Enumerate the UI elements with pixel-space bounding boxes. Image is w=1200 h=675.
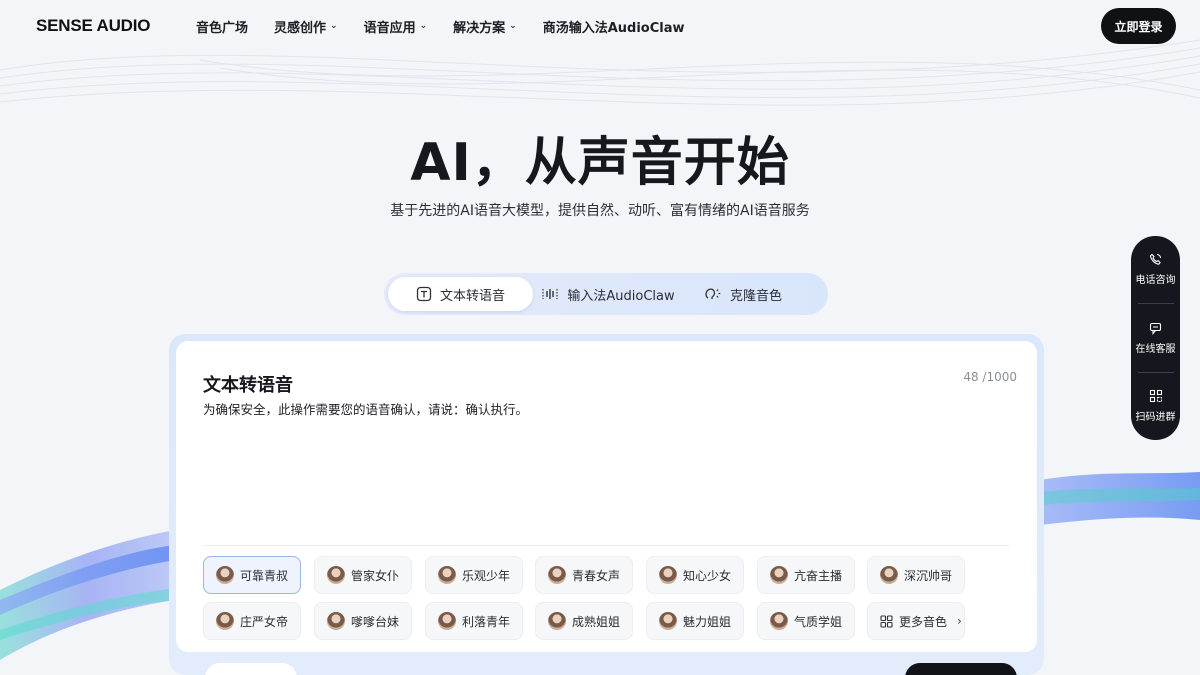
qr-scan-icon [1149,390,1162,403]
tab-label: 输入法AudioClaw [567,288,675,304]
voice-chip[interactable]: 成熟姐姐 [535,602,633,640]
nav-item-label: 音色广场 [196,20,249,36]
side-item-label: 电话咨询 [1135,275,1176,287]
nav-item-label: 商汤输入法AudioClaw [542,20,685,36]
side-contact-panel: 电话咨询 在线客服 扫码进群 [1131,236,1180,440]
chevron-down-icon: ⌄ [419,21,428,31]
generate-button[interactable] [905,663,1017,675]
voice-chip[interactable]: 庄严女帝 [203,602,301,640]
nav-item-audioclaw[interactable]: 商汤输入法AudioClaw [543,17,685,36]
voice-label: 乐观少年 [462,568,511,583]
char-count: 48 /1000 [963,370,1017,384]
tab-voice-clone[interactable]: 克隆音色 [683,277,803,311]
side-item-join-group[interactable]: 扫码进群 [1131,373,1180,440]
avatar [659,612,677,630]
side-item-label: 扫码进群 [1135,412,1176,424]
voice-chip[interactable]: 亢奋主播 [757,556,855,594]
nav-item-label: 灵感创作 [274,20,327,36]
voice-label: 可靠青叔 [240,568,289,583]
phone-icon [1149,253,1161,265]
nav-item-label: 解决方案 [453,20,506,36]
avatar [438,612,456,630]
main-menu: 音色广场 灵感创作 ⌄ 语音应用 ⌄ 解决方案 ⌄ 商汤输入法AudioClaw [196,0,711,52]
brand-logo[interactable]: SENSE AUDIO [36,16,151,36]
side-item-online-service[interactable]: 在线客服 [1131,304,1180,371]
voice-label: 嗲嗲台妹 [351,614,400,629]
voice-chip[interactable]: 利落青年 [425,602,523,640]
nav-item-voice-apps[interactable]: 语音应用 ⌄ [364,17,428,36]
nav-item-solutions[interactable]: 解决方案 ⌄ [453,17,517,36]
voice-clone-icon [705,288,721,299]
voice-chip[interactable]: 知心少女 [646,556,744,594]
more-voices-label: 更多音色 [899,614,948,629]
voice-label: 成熟姐姐 [572,614,621,629]
voice-chip[interactable]: 深沉帅哥 [867,556,965,594]
tab-text-to-speech[interactable]: 文本转语音 [388,277,533,311]
voice-chip[interactable]: 管家女仆 [314,556,412,594]
avatar [548,566,566,584]
feature-tabs: 文本转语音 输入法AudioClaw 克隆音色 [384,273,828,315]
nav-item-label: 语音应用 [363,20,416,36]
voice-chip[interactable]: 可靠青叔 [203,556,301,594]
avatar [327,612,345,630]
page-title: AI，从声音开始 [410,133,790,193]
voice-chip[interactable]: 乐观少年 [425,556,523,594]
chat-icon [1149,322,1162,335]
avatar [880,566,898,584]
chevron-down-icon: ⌄ [509,21,517,31]
voice-chip[interactable]: 魅力姐姐 [646,602,744,640]
voice-label: 利落青年 [462,614,511,629]
tab-audioclaw[interactable]: 输入法AudioClaw [533,277,683,311]
text-to-speech-icon [416,286,432,302]
voice-label: 亢奋主播 [794,568,843,583]
avatar [327,566,345,584]
voice-label: 庄严女帝 [240,614,289,629]
voice-chip[interactable]: 气质学姐 [757,602,855,640]
avatar [216,566,234,584]
tab-label: 克隆音色 [729,288,782,304]
voice-label: 青春女声 [572,568,621,583]
voice-wave-icon [542,289,558,299]
avatar [548,612,566,630]
avatar [659,566,677,584]
voice-label: 管家女仆 [351,568,400,583]
top-nav: SENSE AUDIO 音色广场 灵感创作 ⌄ 语音应用 ⌄ 解决方案 ⌄ 商汤… [0,0,1200,52]
voice-chip[interactable]: 嗲嗲台妹 [314,602,412,640]
side-item-phone[interactable]: 电话咨询 [1131,236,1180,303]
nav-item-voice-square[interactable]: 音色广场 [196,17,248,36]
text-input[interactable]: 为确保安全，此操作需要您的语音确认，请说：确认执行。 [203,399,528,418]
voice-label: 知心少女 [683,568,732,583]
divider [203,545,1009,546]
more-voices-button[interactable]: 更多音色 › [867,602,965,640]
chevron-down-icon: ⌄ [330,21,338,31]
voice-label: 深沉帅哥 [904,568,953,583]
bottom-left-control[interactable] [205,663,297,675]
voice-chip[interactable]: 青春女声 [535,556,633,594]
nav-item-inspiration[interactable]: 灵感创作 ⌄ [274,17,338,36]
login-button[interactable]: 立即登录 [1101,8,1176,44]
side-item-label: 在线客服 [1135,343,1176,355]
editor-title: 文本转语音 [203,375,293,396]
avatar [770,612,788,630]
avatar [438,566,456,584]
chevron-right-icon: › [957,614,962,628]
voice-label: 气质学姐 [794,614,843,629]
avatar [770,566,788,584]
page-subtitle: 基于先进的AI语音大模型，提供自然、动听、富有情绪的AI语音服务 [390,203,810,219]
voice-label: 魅力姐姐 [683,614,732,629]
editor-card: 文本转语音 48 /1000 为确保安全，此操作需要您的语音确认，请说：确认执行… [176,341,1037,652]
grid-icon [880,614,893,628]
avatar [216,612,234,630]
tab-label: 文本转语音 [439,288,505,304]
